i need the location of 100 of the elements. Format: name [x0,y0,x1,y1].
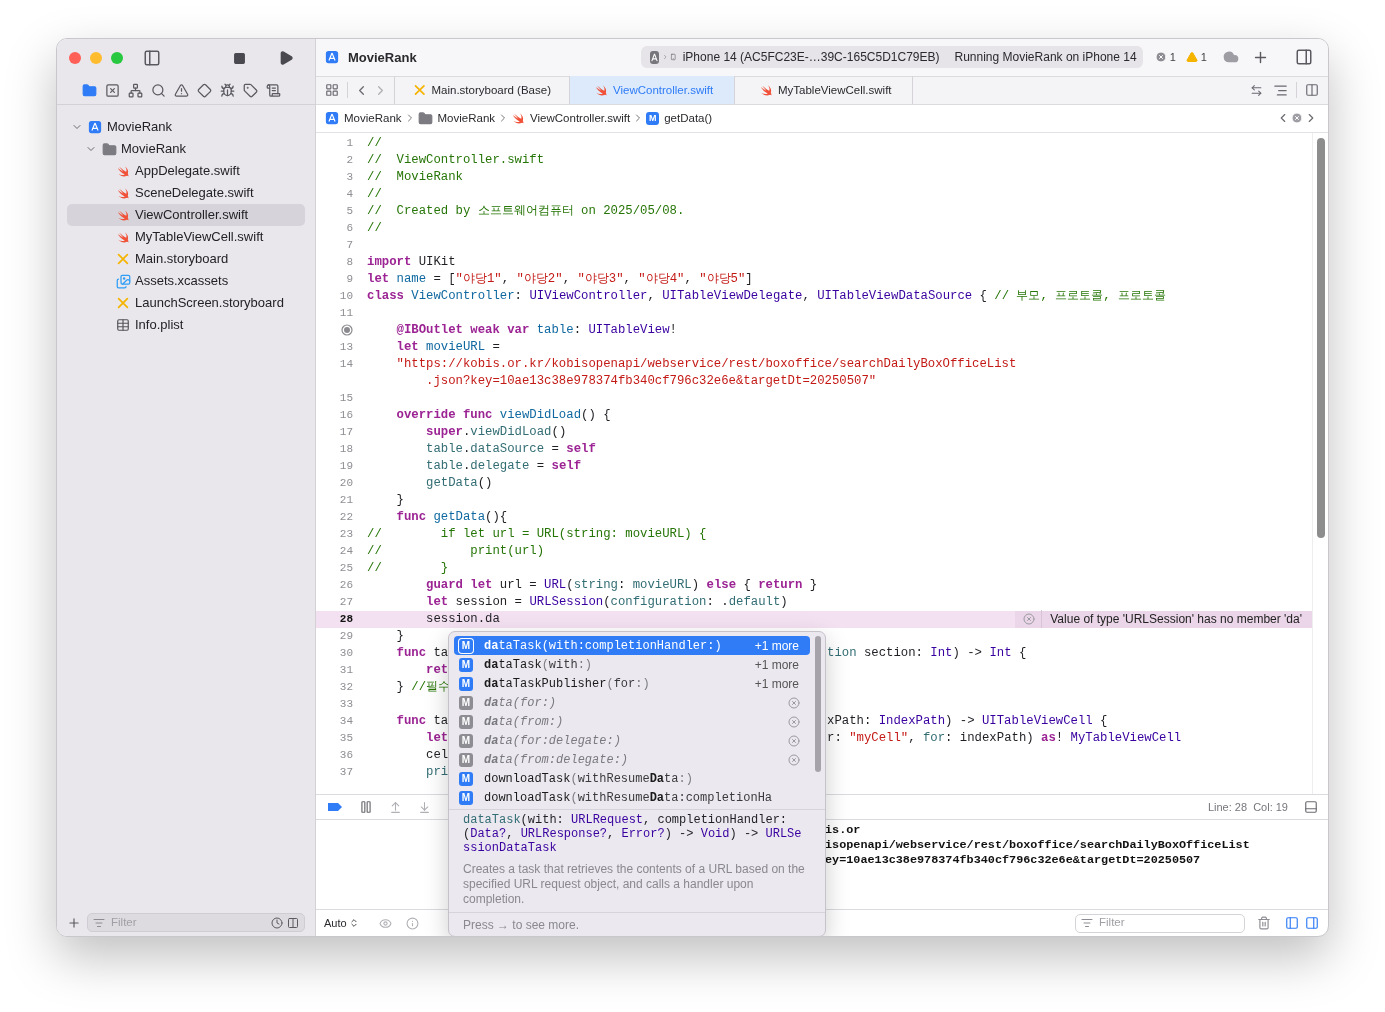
method-badge-icon: M [459,714,473,729]
completion-item[interactable]: M dataTaskPublisher(for:) +1 more [454,674,810,693]
breadcrumb-item[interactable]: MovieRank [437,109,496,127]
more-overloads: +1 more [754,675,800,693]
scope-selector[interactable]: Auto [324,914,359,932]
code-line: table.delegate = self [425,457,582,475]
code-line: table.dataSource = self [425,440,596,458]
file-tree-item[interactable]: Assets.xcassets [67,270,305,292]
code-line: // Created by 소프트웨어컴퓨터 on 2025/05/08. [367,202,685,220]
inspector-toggle-icon[interactable] [1295,48,1313,67]
issue-icon[interactable] [1291,112,1303,125]
line-number: 16 [339,408,353,424]
completion-label: downloadTask(withResumeData:completionHa [484,789,773,807]
code-line: // print(url) [367,542,545,560]
scheme-status-bar[interactable]: iPhone 14 (AC5FC23E-…39C-165C5D1C79EB) Running MovieRank on iPhone 14 [640,46,1143,69]
error-annotation[interactable]: Value of type 'URLSession' has no member 'da' [1015,610,1312,628]
file-tree-item[interactable]: ViewController.swift [67,204,305,226]
editor-tab[interactable]: MyTableViewCell.swift [735,76,913,105]
completion-item[interactable]: M dataTask(with:completionHandler:) +1 more [454,636,810,655]
method-badge-icon: M [646,111,660,125]
breadcrumb-item[interactable]: ViewController.swift [530,109,631,127]
trash-icon[interactable] [1257,916,1271,931]
file-tree-item[interactable]: Info.plist [67,314,305,336]
line-number: 31 [339,663,353,679]
tag-icon[interactable] [243,83,258,98]
folder-icon[interactable] [82,83,97,98]
lines-icon[interactable] [1273,82,1288,98]
step-out-icon[interactable] [389,800,402,814]
code-line: } //필수 [395,678,451,696]
code-line: session.da [425,610,500,628]
file-tree-item[interactable]: Main.storyboard [67,248,305,270]
method-badge-icon: M [459,695,473,710]
file-tree-item[interactable]: AppDelegate.swift [67,160,305,182]
error-icon[interactable] [1154,51,1167,64]
swap-icon[interactable] [1250,83,1263,97]
completion-item[interactable]: M downloadTask(withResumeData:) [454,769,810,788]
info-icon[interactable] [405,916,419,930]
search-icon[interactable] [151,83,166,98]
close-window-button[interactable] [69,52,81,64]
hierarchy-icon[interactable] [128,83,143,98]
completion-label: dataTask(with:completionHandler:) [484,637,722,655]
recent-icon[interactable] [271,916,283,929]
completion-item[interactable]: M dataTask(with:) +1 more [454,655,810,674]
unavailable-icon [788,734,800,747]
diamond-icon[interactable] [197,83,212,98]
line-number: 27 [339,595,353,611]
stop-icon[interactable] [233,51,246,65]
line-number: 30 [339,646,353,662]
breadcrumb-item[interactable]: MovieRank [344,109,402,127]
error-count: 1 [1169,50,1176,66]
filter-icon [1081,917,1093,930]
file-tree-item[interactable]: MyTableViewCell.swift [67,226,305,248]
zoom-window-button[interactable] [111,52,123,64]
step-into-icon[interactable] [418,800,431,814]
file-tree-item[interactable]: MovieRank [67,138,305,160]
variables-toggle-icon[interactable] [1285,916,1299,931]
completion-item[interactable]: M downloadTask(withResumeData:completionHa [454,788,810,807]
line-number: 7 [346,238,353,254]
table-icon [116,318,130,332]
file-tree-item[interactable]: SceneDelegate.swift [67,182,305,204]
eye-icon[interactable] [378,916,392,930]
breakpoints-toggle-icon[interactable] [327,802,343,813]
pause-icon[interactable] [359,800,373,815]
scroll-thumb[interactable] [1316,137,1325,538]
outlet-connected-icon[interactable] [341,324,353,337]
split-editor-icon[interactable] [1305,83,1319,98]
completion-label: data(for:) [484,694,557,712]
line-number: 8 [346,255,353,271]
warning-icon[interactable] [174,83,189,98]
bug-icon[interactable] [220,83,235,98]
folder-icon [417,110,433,126]
file-tree-item[interactable]: MovieRank [67,116,305,138]
unavailable-icon [788,696,800,709]
scope-icon[interactable] [287,916,299,929]
list-icon[interactable] [266,83,281,98]
storyboard-icon [116,252,130,266]
completion-label: data(from:delegate:) [484,751,629,769]
x-square-icon[interactable] [105,83,120,98]
more-overloads: +1 more [754,637,800,655]
line-number: 2 [346,153,353,169]
line-number: 34 [339,714,353,730]
swift-file-icon [594,83,608,98]
grid-icon[interactable] [325,83,339,98]
cursor-position: Line: 28 Col: 19 [1207,800,1288,816]
breadcrumb-item[interactable]: getData() [664,109,713,127]
line-number: 19 [339,459,353,475]
file-tree-item[interactable]: LaunchScreen.storyboard [67,292,305,314]
console-toggle-icon[interactable] [1305,916,1319,931]
panel-toggle-icon[interactable] [1304,800,1318,815]
run-destination[interactable]: iPhone 14 (AC5FC23E-…39C-165C5D1C79EB) [682,48,940,67]
code-line: getData() [425,474,493,492]
image-stack-icon [115,273,131,289]
line-number: 36 [339,748,353,764]
sidebar-toggle-icon[interactable] [143,49,161,67]
swift-file-icon [116,164,130,178]
method-badge-icon: M [459,790,473,805]
scroll-thumb[interactable] [815,636,821,772]
line-number: 5 [346,204,353,220]
console-output-line: isopenapi/webservice/rest/boxoffice/searchDailyBoxOfficeList [825,838,1251,854]
run-icon[interactable] [278,50,294,66]
